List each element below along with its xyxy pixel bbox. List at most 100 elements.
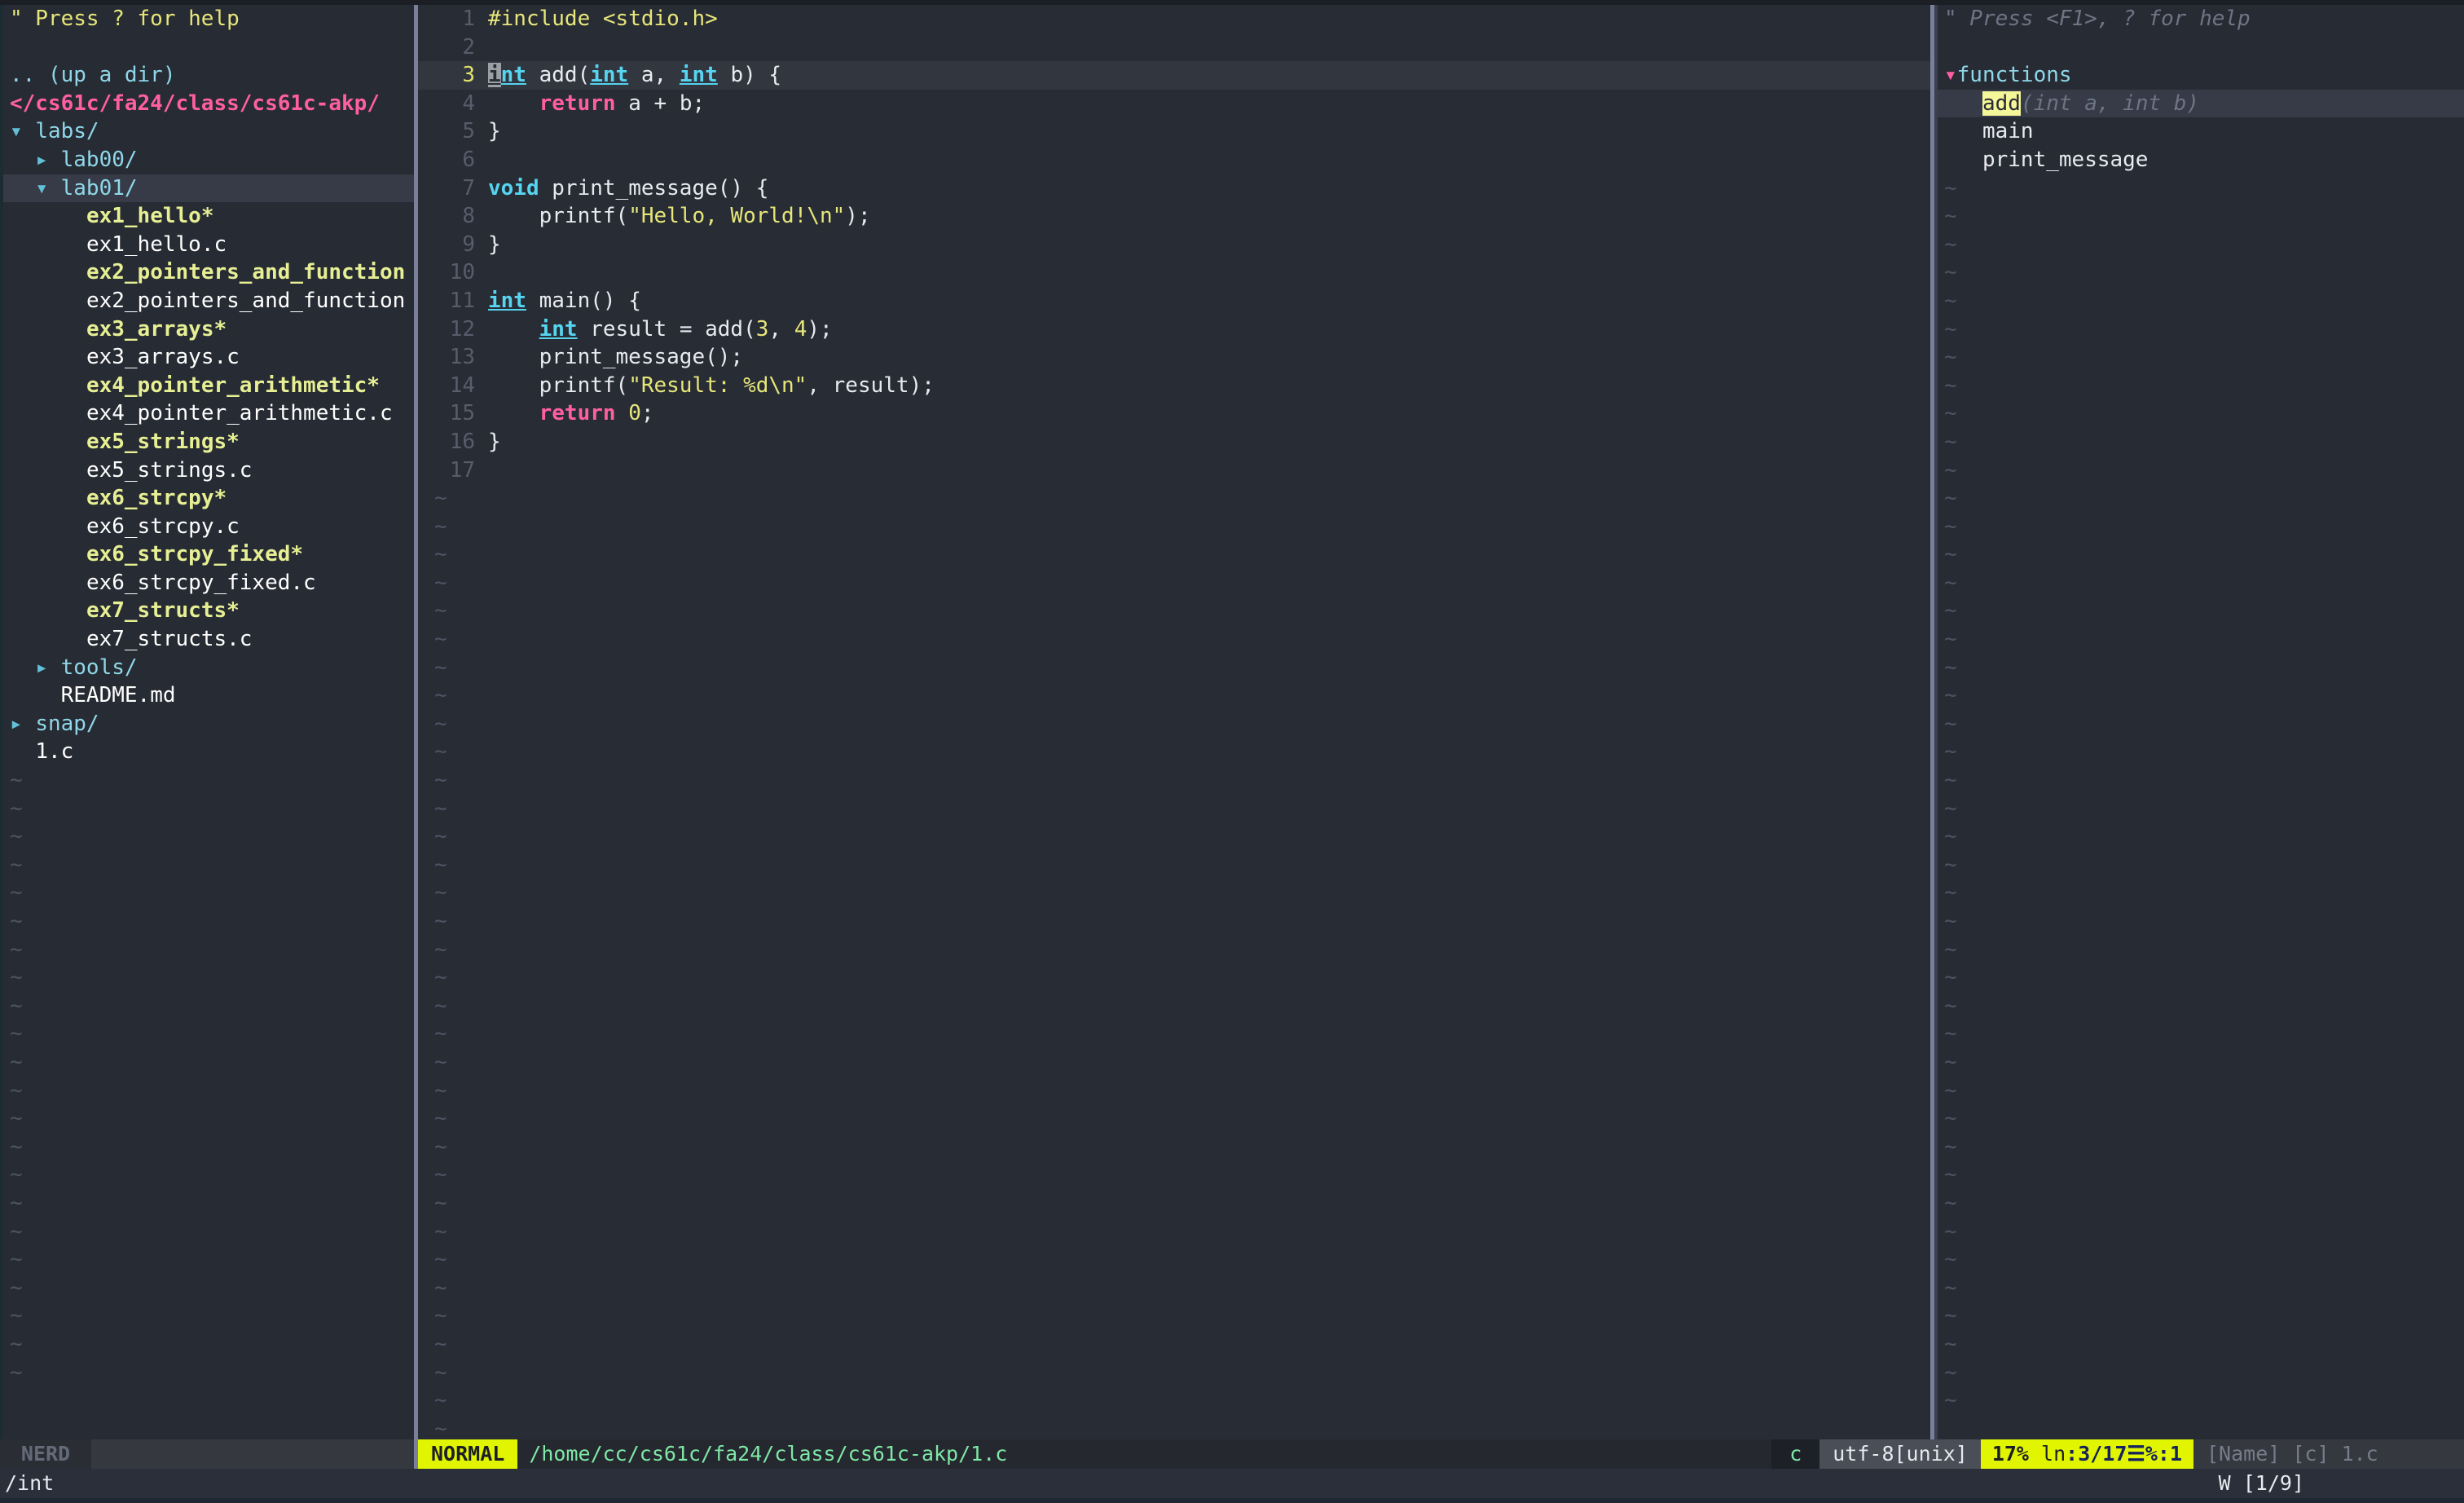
code-line[interactable]: 2 — [418, 33, 1930, 62]
nerdtree-item-ex6-strcpy-[interactable]: ex6_strcpy* — [3, 484, 414, 513]
nerdtree-pane[interactable]: " Press ? for help .. (up a dir) </cs61c… — [0, 5, 414, 1439]
code-line[interactable]: 10 — [418, 258, 1930, 287]
nerdtree-item-ex2-pointers-and-function[interactable]: ex2_pointers_and_function — [3, 258, 414, 287]
code-line[interactable]: 17 — [418, 456, 1930, 485]
code-line[interactable]: 4 return a + b; — [418, 90, 1930, 118]
nerdtree-left-accent — [0, 5, 3, 1439]
tagbar-tag-print-message[interactable]: print_message — [1938, 146, 2464, 174]
nerdtree-item-ex3-arrays-c[interactable]: ex3_arrays.c — [3, 343, 414, 372]
filler-tilde: ~ — [434, 1190, 447, 1215]
nerdtree-item-label: ex2_pointers_and_function — [86, 260, 406, 285]
nerdtree-item-ex3-arrays-[interactable]: ex3_arrays* — [3, 315, 414, 344]
code-token: print_message(); — [488, 345, 744, 370]
chevron-right-icon[interactable]: ▸ — [35, 655, 60, 680]
line-number: 10 — [449, 260, 475, 285]
code-line[interactable]: 1 #include <stdio.h> — [418, 5, 1930, 33]
nerdtree-item-ex4-pointer-arithmetic-c[interactable]: ex4_pointer_arithmetic.c — [3, 399, 414, 428]
chevron-down-icon[interactable]: ▾ — [10, 119, 35, 143]
nerdtree-item-label: ex1_hello* — [86, 204, 214, 229]
filler-tilde: ~ — [434, 993, 447, 1018]
status-line: NERD NORMAL /home/cc/cs61c/fa24/class/cs… — [0, 1439, 2464, 1469]
chevron-right-icon[interactable]: ▸ — [35, 148, 60, 172]
editor-pane[interactable]: 1 #include <stdio.h> 2 3 int add(int a, int … — [418, 5, 1930, 1439]
code-line[interactable]: 7 void print_message() { — [418, 174, 1930, 203]
filler-tilde: ~ — [434, 1247, 447, 1272]
tagbar-kind-label: functions — [1956, 63, 2072, 88]
code-line[interactable]: 6 — [418, 146, 1930, 174]
nerdtree-item-ex6-strcpy-c[interactable]: ex6_strcpy.c — [3, 513, 414, 541]
code-line[interactable]: 8 printf("Hello, World!\n"); — [418, 202, 1930, 231]
nerdtree-item-label: 1.c — [35, 739, 74, 765]
nerdtree-item-label: lab01/ — [60, 175, 138, 201]
nerdtree-item-label: snap/ — [35, 711, 99, 736]
tagbar-filler-tildes: ~ ~ ~ ~ ~ ~ ~ ~ ~ ~ ~ ~ ~ ~ ~ ~ ~ ~ ~ ~ ~ ~ ~ ~ ~ ~ ~ ~ ~ ~ ~ ~ ~ ~ ~ ~ ~ ~ ~ ~… — [1938, 174, 2464, 1415]
nerdtree-up-a-dir[interactable]: .. (up a dir) — [3, 61, 414, 90]
chevron-right-icon[interactable]: ▸ — [10, 712, 35, 736]
code-line[interactable]: 13 print_message(); — [418, 343, 1930, 372]
code-token: b) { — [717, 63, 782, 88]
nerdtree-item-1-c[interactable]: 1.c — [3, 738, 414, 766]
code-line[interactable]: 11 int main() { — [418, 287, 1930, 315]
nerdtree-item-lab00-[interactable]: ▸ lab00/ — [3, 146, 414, 174]
code-token: 3 — [755, 316, 769, 342]
nerdtree-item-labs-[interactable]: ▾ labs/ — [3, 117, 414, 146]
nerdtree-item-ex4-pointer-arithmetic-[interactable]: ex4_pointer_arithmetic* — [3, 372, 414, 400]
filler-tilde: ~ — [434, 570, 447, 595]
chevron-down-icon: ▾ — [1944, 63, 1957, 88]
nerdtree-item-ex5-strings-c[interactable]: ex5_strings.c — [3, 456, 414, 485]
filler-tilde: ~ — [1944, 231, 1957, 257]
panes-container: " Press ? for help .. (up a dir) </cs61c… — [0, 5, 2464, 1439]
code-token: int — [679, 63, 718, 88]
code-line-text: } — [488, 428, 501, 456]
filler-tilde: ~ — [434, 1049, 447, 1074]
code-line[interactable]: 16} — [418, 428, 1930, 456]
nerdtree-item-ex1-hello-[interactable]: ex1_hello* — [3, 202, 414, 231]
filler-tilde: ~ — [1944, 796, 1957, 821]
code-line[interactable]: 5} — [418, 117, 1930, 146]
filler-tilde: ~ — [10, 824, 23, 849]
filler-tilde: ~ — [434, 824, 447, 849]
nerdtree-item-ex5-strings-[interactable]: ex5_strings* — [3, 428, 414, 456]
tagbar-kind-functions[interactable]: ▾functions — [1938, 61, 2464, 90]
filler-tilde: ~ — [1944, 965, 1957, 990]
code-line[interactable]: 3 int add(int a, int b) { — [418, 61, 1930, 90]
command-line[interactable]: /int W [1/9] — [0, 1469, 2464, 1498]
filler-tilde: ~ — [434, 1219, 447, 1244]
nerdtree-item-label: ex6_strcpy_fixed.c — [86, 570, 316, 595]
code-token: ); — [807, 316, 833, 342]
code-line[interactable]: 9} — [418, 231, 1930, 259]
code-area[interactable]: 1 #include <stdio.h> 2 3 int add(int a, int … — [418, 5, 1930, 1439]
nerdtree-item-ex2-pointers-and-function[interactable]: ex2_pointers_and_function — [3, 287, 414, 315]
code-line-text: printf("Result: %d\n", result); — [488, 372, 935, 400]
nerdtree-filler-tildes: ~ ~ ~ ~ ~ ~ ~ ~ ~ ~ ~ ~ ~ ~ ~ ~ ~ ~ ~ ~ ~ ~ — [3, 766, 414, 1386]
code-line[interactable]: 15 return 0; — [418, 399, 1930, 428]
nerdtree-item-ex6-strcpy-fixed-[interactable]: ex6_strcpy_fixed* — [3, 540, 414, 569]
tagbar-tag-main[interactable]: main — [1938, 117, 2464, 146]
nerdtree-item-label: ex3_arrays.c — [86, 345, 240, 370]
chevron-down-icon[interactable]: ▾ — [35, 176, 60, 201]
line-number: 17 — [449, 457, 475, 483]
nerdtree-item-ex7-structs-c[interactable]: ex7_structs.c — [3, 625, 414, 654]
code-line[interactable]: 14 printf("Result: %d\n", result); — [418, 372, 1930, 400]
filler-tilde: ~ — [1944, 1078, 1957, 1103]
nerdtree-item-readme-md[interactable]: README.md — [3, 681, 414, 710]
command-line-input[interactable]: /int — [0, 1469, 2219, 1498]
nerdtree-item-ex6-strcpy-fixed-c[interactable]: ex6_strcpy_fixed.c — [3, 569, 414, 597]
nerdtree-item-tools-[interactable]: ▸ tools/ — [3, 654, 414, 682]
code-line[interactable]: 12 int result = add(3, 4); — [418, 315, 1930, 344]
nerdtree-item-lab01-[interactable]: ▾ lab01/ — [3, 174, 414, 203]
window-bottom-border — [0, 1498, 2464, 1503]
filler-tilde: ~ — [434, 768, 447, 793]
tagbar-tag-add[interactable]: add(int a, int b) — [1938, 89, 2464, 118]
nerdtree-item-ex7-structs-[interactable]: ex7_structs* — [3, 597, 414, 625]
line-number: 14 — [449, 372, 475, 398]
nerdtree-item-ex1-hello-c[interactable]: ex1_hello.c — [3, 231, 414, 259]
nerdtree-root-path[interactable]: </cs61c/fa24/class/cs61c-akp/ — [3, 90, 414, 118]
tagbar-pane[interactable]: " Press <F1>, ? for help ▾functions add(… — [1934, 5, 2464, 1439]
nerdtree-item-snap-[interactable]: ▸ snap/ — [3, 710, 414, 738]
nerdtree-item-label: ex4_pointer_arithmetic* — [86, 372, 380, 398]
